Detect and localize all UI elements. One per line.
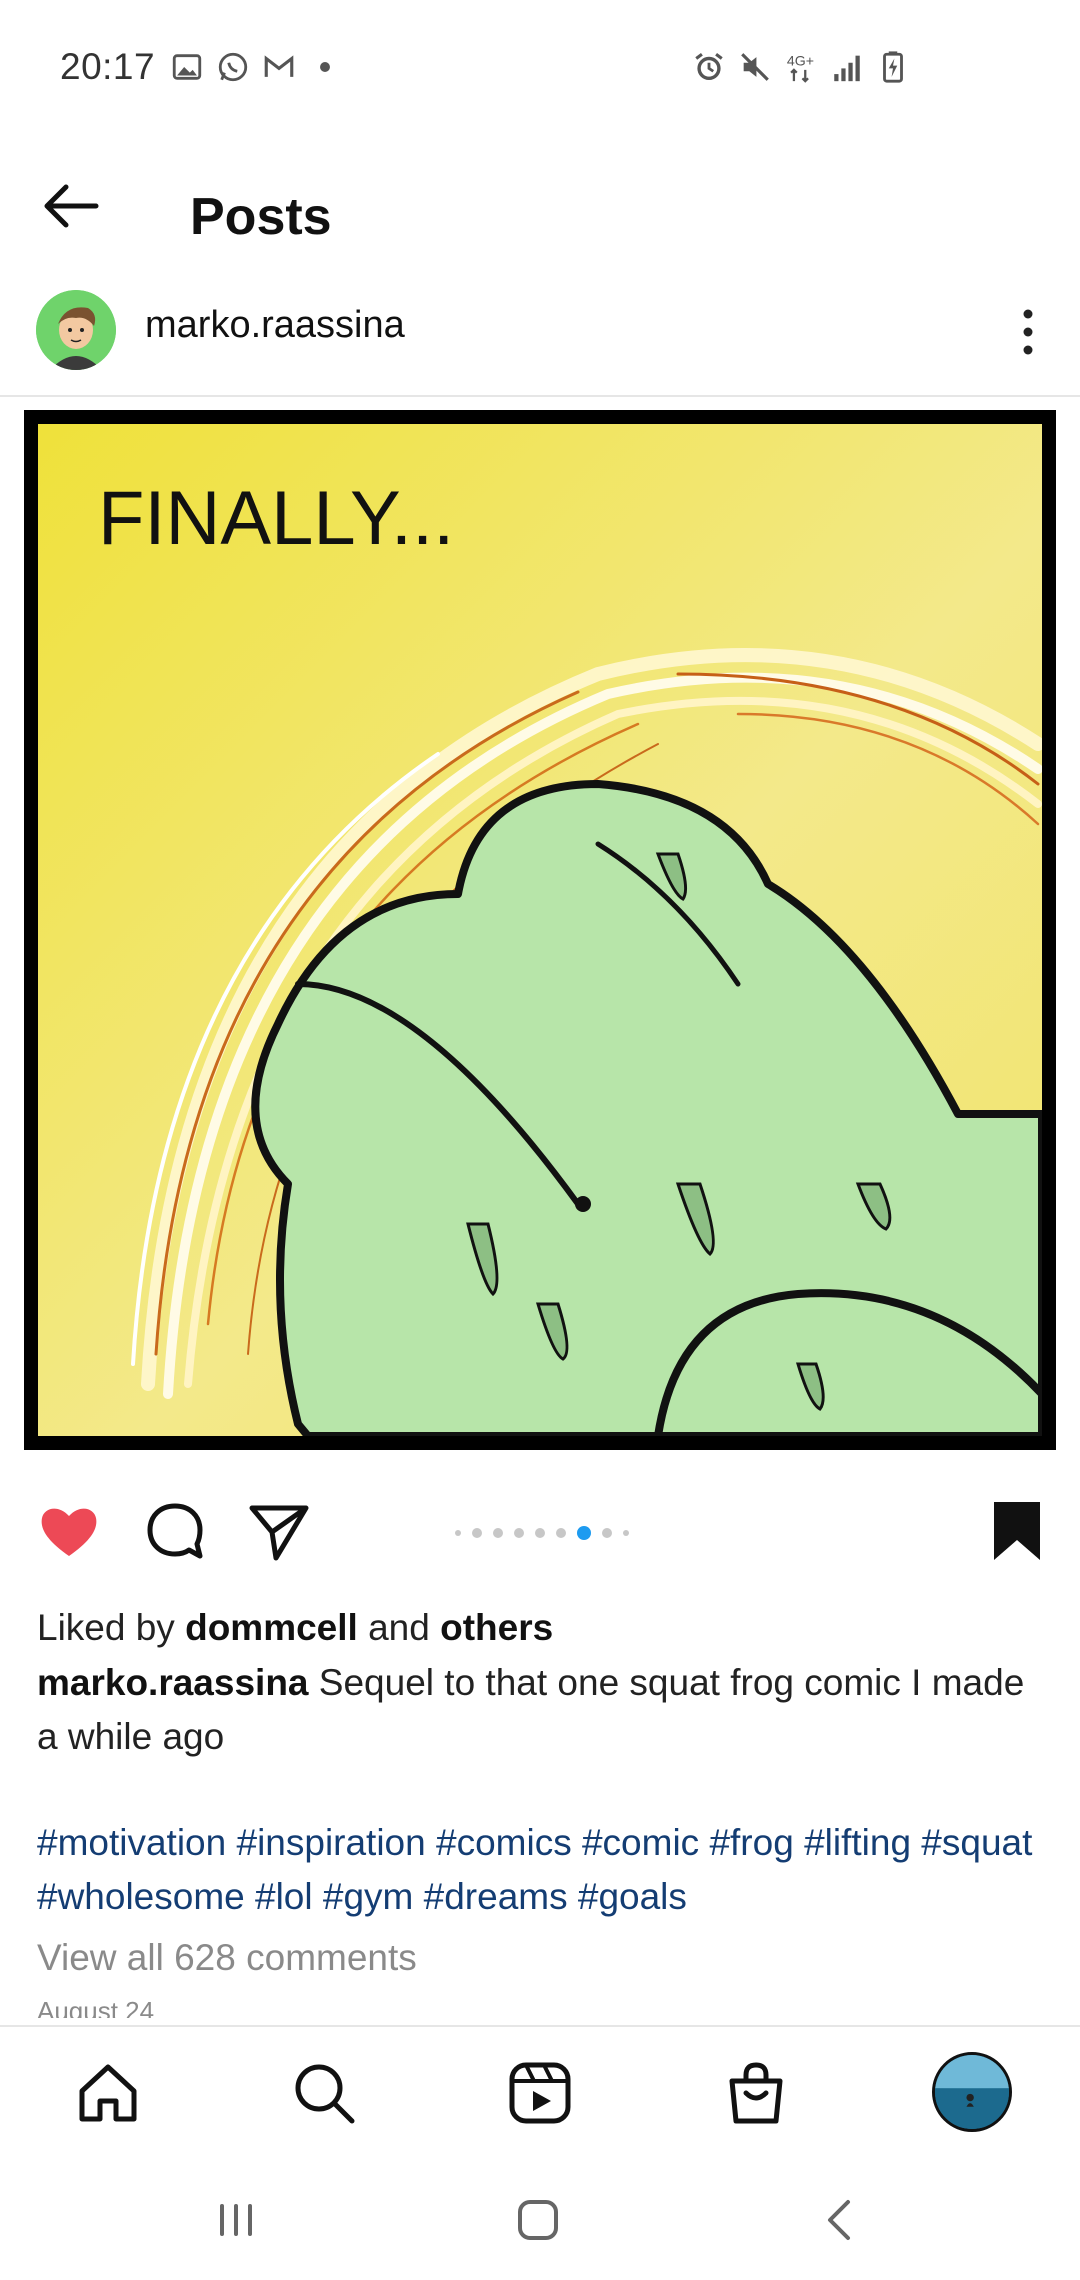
dot-icon — [320, 62, 330, 72]
post-image[interactable]: FINALLY... — [24, 410, 1056, 1450]
carousel-dot — [493, 1528, 503, 1538]
post-date: August 24 — [37, 1996, 155, 2018]
comic-text: FINALLY... — [98, 476, 454, 561]
carousel-dot — [455, 1530, 461, 1536]
share-icon[interactable] — [246, 1498, 312, 1564]
home-icon[interactable] — [72, 2057, 144, 2129]
carousel-dot — [556, 1528, 566, 1538]
carousel-indicator — [455, 1526, 629, 1540]
likes-line[interactable]: Liked by dommcell and others — [37, 1600, 1047, 1656]
app-bar: Posts — [0, 135, 1080, 270]
back-icon[interactable] — [810, 2190, 870, 2250]
status-bar: 20:17 4G+ — [0, 0, 1080, 135]
page-title: Posts — [190, 188, 332, 246]
post-actions — [0, 1490, 1080, 1580]
author-avatar[interactable] — [36, 290, 116, 370]
carousel-dot-active — [577, 1526, 591, 1540]
reels-icon[interactable] — [504, 2057, 576, 2129]
author-username[interactable]: marko.raassina — [145, 304, 405, 347]
carousel-dot — [602, 1528, 612, 1538]
home-button-icon[interactable] — [508, 2190, 568, 2250]
view-all-comments[interactable]: View all 628 comments — [37, 1928, 1047, 1988]
likes-and: and — [368, 1607, 430, 1648]
bottom-nav — [0, 2025, 1080, 2162]
gallery-icon — [172, 54, 202, 80]
alarm-icon — [695, 53, 723, 81]
like-heart-icon[interactable] — [36, 1498, 102, 1564]
carousel-dot — [623, 1530, 629, 1536]
carousel-dot — [514, 1528, 524, 1538]
status-right-icons: 4G+ — [692, 50, 910, 84]
recents-icon[interactable] — [206, 2190, 266, 2250]
battery-charging-icon — [883, 51, 903, 83]
profile-avatar[interactable] — [932, 2052, 1012, 2132]
mute-icon — [741, 53, 769, 81]
system-nav-bar — [0, 2160, 1080, 2280]
bookmark-icon[interactable] — [984, 1498, 1050, 1564]
search-icon[interactable] — [288, 2057, 360, 2129]
status-time: 20:17 — [60, 46, 156, 87]
gmail-icon — [264, 55, 294, 77]
whatsapp-icon — [218, 52, 248, 82]
likes-prefix: Liked by — [37, 1607, 175, 1648]
carousel-dot — [472, 1528, 482, 1538]
network-4g-icon: 4G+ — [787, 54, 814, 83]
caption: marko.raassina Sequel to that one squat … — [37, 1656, 1047, 1764]
hashtags[interactable]: #motivation #inspiration #comics #comic … — [37, 1816, 1047, 1924]
liked-by-user[interactable]: dommcell — [185, 1607, 358, 1648]
shop-icon[interactable] — [720, 2057, 792, 2129]
post-text: Liked by dommcell and others marko.raass… — [37, 1600, 1047, 2018]
signal-icon — [834, 55, 860, 82]
liked-by-others[interactable]: others — [440, 1607, 553, 1648]
svg-text:4G+: 4G+ — [787, 54, 814, 70]
comment-icon[interactable] — [142, 1498, 208, 1564]
caption-username[interactable]: marko.raassina — [37, 1662, 309, 1703]
comic-panel: FINALLY... — [38, 424, 1042, 1436]
post-header: marko.raassina — [0, 270, 1080, 397]
carousel-dot — [535, 1528, 545, 1538]
back-arrow-icon[interactable] — [36, 171, 106, 241]
status-left-icons — [170, 50, 342, 84]
more-options-icon[interactable] — [1010, 302, 1046, 362]
